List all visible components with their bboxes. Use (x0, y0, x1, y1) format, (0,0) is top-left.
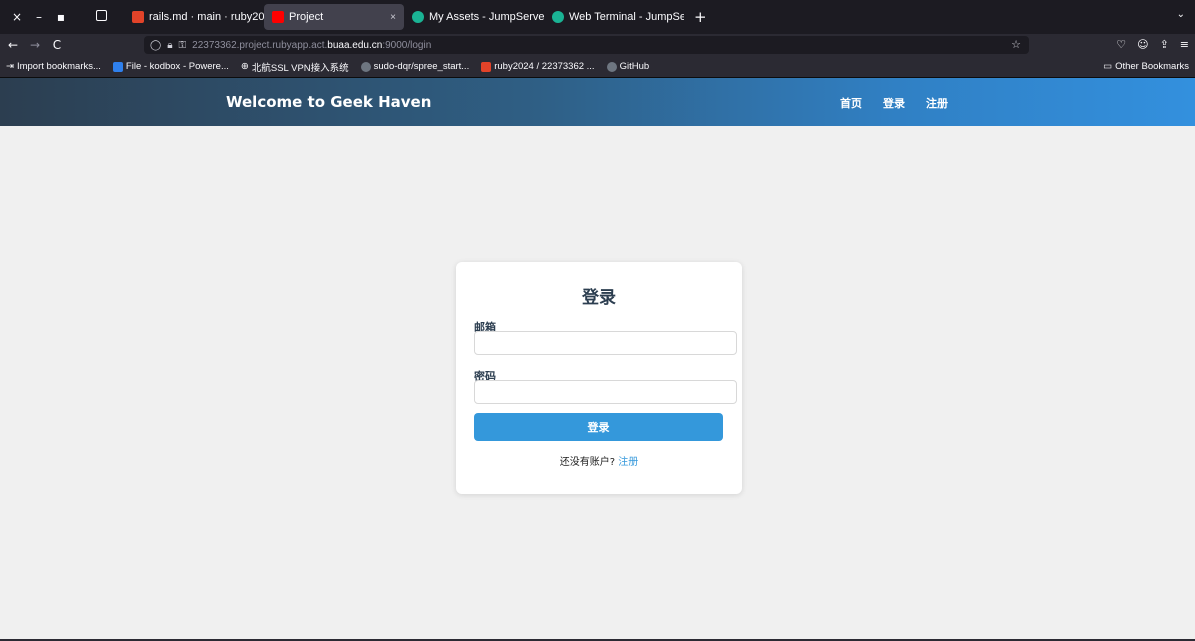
bookmark-kodbox[interactable]: File - kodbox - Powere... (112, 61, 229, 72)
github-icon (606, 61, 617, 72)
tab-list-icon[interactable] (96, 10, 107, 21)
tab-rails-md[interactable]: rails.md · main · ruby202 × (124, 4, 264, 30)
close-tab-icon[interactable]: × (384, 12, 396, 23)
bookmark-ruby2024[interactable]: ruby2024 / 22373362 ... (481, 61, 595, 72)
bookmark-label: 北航SSL VPN接入系统 (251, 62, 349, 74)
folder-icon: ▭ (1103, 61, 1113, 72)
site-header: Welcome to Geek Haven 首页 登录 注册 (0, 78, 1195, 126)
gitlab-icon (132, 11, 144, 23)
tab-project[interactable]: Project × (264, 4, 404, 30)
bookmarks-bar: ⇥ Import bookmarks... File - kodbox - Po… (0, 56, 1195, 78)
toolbar-right: ♡ ☺ ⇪ ≡ (1116, 38, 1189, 51)
reload-icon[interactable]: C (48, 38, 66, 52)
tab-web-terminal[interactable]: Web Terminal - JumpSer × (544, 4, 684, 30)
nav-home-link[interactable]: 首页 (840, 95, 862, 111)
url-host: buaa.edu.cn (327, 39, 383, 51)
bookmark-label: File - kodbox - Powere... (125, 61, 229, 72)
tab-title: My Assets - JumpServer (429, 11, 544, 23)
browser-tab-bar: × – ▪ rails.md · main · ruby202 × Projec… (0, 0, 1195, 34)
url-suffix: :9000/login (382, 39, 432, 51)
gitlab-icon (481, 61, 492, 72)
account-icon[interactable]: ☺ (1137, 38, 1148, 51)
github-icon (360, 61, 371, 72)
minimize-window-icon[interactable]: – (28, 10, 50, 24)
tab-overflow-icon[interactable]: ⌄ (1177, 9, 1185, 20)
bookmark-vpn[interactable]: ⊕ 北航SSL VPN接入系统 (241, 60, 349, 74)
bookmark-label: GitHub (619, 61, 650, 72)
close-window-icon[interactable]: × (6, 10, 28, 24)
bookmark-label: sudo-dqr/spree_start... (373, 61, 470, 72)
lock-icon: 🔒︎ (167, 39, 173, 51)
url-bar[interactable]: ◯ 🔒︎ ⚿ 22373362.project.rubyapp.act. buaa… (144, 36, 1029, 54)
login-button[interactable]: 登录 (474, 413, 723, 441)
page-content: Welcome to Geek Haven 首页 登录 注册 登录 邮箱 密码 … (0, 78, 1195, 641)
back-icon[interactable]: ← (4, 38, 22, 52)
pocket-icon[interactable]: ♡ (1116, 38, 1126, 51)
tab-title: Web Terminal - JumpSer (569, 11, 684, 23)
extensions-icon[interactable]: ⇪ (1160, 38, 1169, 51)
login-title: 登录 (582, 288, 616, 308)
nav-login-link[interactable]: 登录 (883, 95, 905, 111)
bookmark-label: Other Bookmarks (1115, 61, 1189, 72)
password-field[interactable] (474, 380, 737, 404)
site-brand[interactable]: Welcome to Geek Haven (226, 93, 431, 111)
new-tab-button[interactable]: + (684, 8, 717, 26)
bookmark-label: Import bookmarks... (16, 61, 101, 72)
tab-title: rails.md · main · ruby202 (149, 11, 264, 23)
bookmark-label: ruby2024 / 22373362 ... (494, 61, 595, 72)
menu-icon[interactable]: ≡ (1180, 38, 1189, 51)
url-prefix: 22373362.project.rubyapp.act. (192, 39, 328, 51)
jumpserver-icon (552, 11, 564, 23)
email-field[interactable] (474, 331, 737, 355)
register-link[interactable]: 注册 (618, 457, 638, 468)
import-icon: ⇥ (6, 61, 14, 72)
bookmark-import[interactable]: ⇥ Import bookmarks... (6, 61, 101, 72)
no-account-text: 还没有账户? (559, 457, 616, 468)
forward-icon[interactable]: → (26, 38, 44, 52)
nav-register-link[interactable]: 注册 (926, 95, 948, 111)
tab-my-assets[interactable]: My Assets - JumpServer × (404, 4, 544, 30)
key-icon: ⚿ (178, 39, 187, 51)
globe-icon: ⊕ (240, 61, 249, 72)
other-bookmarks[interactable]: ▭ Other Bookmarks (1103, 61, 1189, 72)
window-controls: × – ▪ (0, 10, 110, 24)
maximize-window-icon[interactable]: ▪ (50, 10, 72, 24)
bookmark-github[interactable]: GitHub (606, 61, 650, 72)
kodbox-icon (112, 61, 123, 72)
project-favicon-icon (272, 11, 284, 23)
bookmark-star-icon[interactable]: ☆ (1011, 38, 1021, 51)
tab-title: Project (289, 11, 324, 23)
signup-prompt: 还没有账户? 注册 (456, 453, 742, 468)
browser-navigation-bar: ← → C ◯ 🔒︎ ⚿ 22373362.project.rubyapp.ac… (0, 34, 1195, 56)
jumpserver-icon (412, 11, 424, 23)
bookmark-spree[interactable]: sudo-dqr/spree_start... (360, 61, 470, 72)
shield-icon: ◯ (150, 39, 162, 51)
site-nav: 首页 登录 注册 (840, 95, 948, 111)
login-card: 登录 邮箱 密码 登录 还没有账户? 注册 (456, 262, 742, 494)
